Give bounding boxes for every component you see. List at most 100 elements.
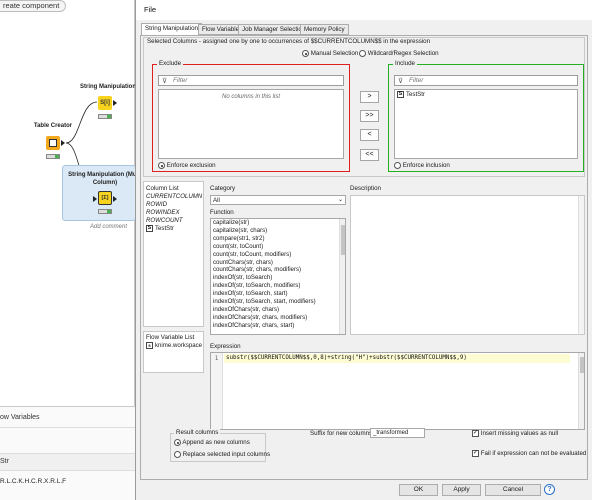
suffix-label: Suffix for new columns [310, 430, 373, 437]
function-item[interactable]: countChars(str, chars, modifiers) [211, 266, 345, 274]
wildcard-selection-option[interactable]: Wildcard/Regex Selection [359, 50, 439, 57]
add-comment-link[interactable]: Add comment [90, 224, 127, 230]
append-columns-radio[interactable] [174, 439, 181, 446]
include-filter-input[interactable]: ⊽ Filter [394, 75, 578, 86]
result-columns-title: Result columns [174, 429, 221, 436]
table-creator-node-icon[interactable] [46, 136, 60, 150]
dialog-menu-file[interactable]: File [144, 5, 156, 14]
fail-if-error-checkbox[interactable]: ✓ [472, 450, 479, 457]
ok-button[interactable]: OK [399, 484, 438, 496]
table-header-row: Str [0, 453, 135, 471]
category-select[interactable]: All ⌄ [210, 195, 346, 205]
function-label: Function [210, 209, 234, 216]
fail-if-error-label: Fail if expression can not be evaluated [480, 450, 587, 458]
input-port-icon[interactable] [93, 196, 97, 202]
column-list-item[interactable]: CURRENTCOLUMN [144, 193, 203, 201]
column-list-panel: Column List CURRENTCOLUMN ROWID ROWINDEX… [143, 181, 204, 327]
description-scrollbar[interactable] [578, 196, 584, 334]
function-item[interactable]: indexOf(str, toSearch, start, modifiers) [211, 298, 345, 306]
output-port-icon[interactable] [113, 196, 117, 202]
include-panel: Include ⊽ Filter S TestStr Enforce inclus… [388, 60, 584, 172]
function-item[interactable]: indexOfChars(str, chars, modifiers) [211, 314, 345, 322]
function-item[interactable]: count(str, toCount, modifiers) [211, 251, 345, 259]
expression-label: Expression [210, 343, 241, 350]
help-icon[interactable]: ? [544, 484, 555, 495]
flow-variable-item[interactable]: s knime.workspace [144, 342, 203, 350]
insert-missing-checkbox[interactable]: ✓ [472, 430, 479, 437]
list-item[interactable]: S TestStr [395, 91, 577, 99]
replace-columns-option[interactable]: Replace selected input columns [174, 451, 270, 458]
move-all-right-button[interactable]: >> [360, 110, 379, 122]
manual-selection-label: Manual Selection [310, 50, 359, 58]
column-list-item[interactable]: ROWCOUNT [144, 217, 203, 225]
node-title-table-creator: Table Creator [33, 123, 73, 129]
wildcard-selection-radio[interactable] [359, 50, 366, 57]
node-status-indicator [98, 209, 112, 214]
enforce-exclusion-radio[interactable] [158, 162, 165, 169]
column-list-item[interactable]: ROWID [144, 201, 203, 209]
function-item[interactable]: indexOfChars(str, chars, start) [211, 322, 345, 330]
cancel-button[interactable]: Cancel [485, 484, 541, 496]
selected-columns-label: Selected Columns - assigned one by one t… [147, 38, 431, 45]
function-item[interactable]: indexOf(str, toSearch, start) [211, 290, 345, 298]
function-item[interactable]: indexOf(str, toSearch) [211, 274, 345, 282]
string-type-icon: S [397, 91, 404, 98]
function-item[interactable]: capitalize(str, chars) [211, 227, 345, 235]
workflow-canvas[interactable]: reate component String Manipulation S[i]… [0, 0, 142, 500]
column-list-item[interactable]: S TestStr [144, 224, 203, 233]
include-list[interactable]: S TestStr [394, 89, 578, 159]
exclude-title: Exclude [157, 60, 184, 67]
enforce-inclusion-option[interactable]: Enforce inclusion [394, 162, 450, 169]
column-list-item[interactable]: ROWINDEX [144, 209, 203, 217]
function-item[interactable]: count(str, toCount) [211, 243, 345, 251]
function-list-scrollbar[interactable] [339, 219, 345, 334]
exclude-empty-text: No columns in this list [221, 94, 281, 100]
move-left-button[interactable]: < [360, 129, 379, 141]
table-cell-value: R.L.C.K.H.C.R.X.R.L.F [0, 478, 67, 485]
divider [0, 427, 135, 428]
column-list-item-label: TestStr [155, 224, 174, 232]
function-item[interactable]: countChars(str, chars) [211, 259, 345, 267]
output-port-icon[interactable] [113, 100, 117, 106]
string-manipulation-multi-node-icon[interactable]: [Σ] [98, 191, 112, 205]
expression-scrollbar[interactable] [578, 353, 584, 429]
include-filter-placeholder: Filter [409, 77, 424, 84]
fail-if-error-option[interactable]: ✓ Fail if expression can not be evaluate… [472, 450, 586, 457]
move-all-left-button[interactable]: << [360, 149, 379, 161]
flow-variables-tab[interactable]: ow Variables [0, 414, 40, 421]
scrollbar-thumb[interactable] [580, 357, 584, 373]
enforce-inclusion-radio[interactable] [394, 162, 401, 169]
function-list[interactable]: capitalize(str) capitalize(str, chars) com… [210, 218, 346, 335]
function-items: capitalize(str) capitalize(str, chars) com… [211, 219, 345, 330]
expression-editor[interactable]: 1 substr($$CURRENTCOLUMN$$,0,8)+string("… [210, 352, 585, 430]
scrollbar-thumb[interactable] [341, 225, 345, 255]
string-manipulation-node-icon[interactable]: S[i] [98, 96, 112, 110]
output-port-icon[interactable] [61, 140, 65, 146]
dialog-title-bar[interactable]: File [136, 0, 592, 20]
tab-job-manager-selection[interactable]: Job Manager Selection [238, 24, 310, 35]
table-column-header: Str [0, 458, 9, 465]
move-right-button[interactable]: > [360, 91, 379, 103]
suffix-input[interactable]: _transformed [370, 428, 425, 438]
function-item[interactable]: capitalize(str) [211, 219, 345, 227]
insert-missing-option[interactable]: ✓ Insert missing values as null [472, 430, 558, 437]
exclude-filter-input[interactable]: ⊽ Filter [158, 75, 344, 86]
replace-columns-radio[interactable] [174, 451, 181, 458]
suffix-value: _transformed [373, 430, 409, 436]
tab-memory-policy[interactable]: Memory Policy [300, 24, 349, 35]
append-columns-label: Append as new columns [182, 439, 250, 447]
manual-selection-radio[interactable] [302, 50, 309, 57]
apply-button[interactable]: Apply [442, 484, 481, 496]
category-label: Category [210, 185, 236, 192]
function-item[interactable]: indexOf(str, toSearch, modifiers) [211, 282, 345, 290]
selected-columns-group: Selected Columns - assigned one by one t… [143, 37, 585, 177]
enforce-exclusion-option[interactable]: Enforce exclusion [158, 162, 216, 169]
node-status-indicator [98, 114, 112, 119]
exclude-list[interactable]: No columns in this list [158, 89, 344, 159]
function-item[interactable]: compare(str1, str2) [211, 235, 345, 243]
append-columns-option[interactable]: Append as new columns [174, 439, 250, 446]
manual-selection-option[interactable]: Manual Selection [302, 50, 358, 57]
expression-text[interactable]: substr($$CURRENTCOLUMN$$,0,8)+string("H"… [224, 354, 570, 363]
function-item[interactable]: indexOfChars(str, chars) [211, 306, 345, 314]
chevron-down-icon[interactable]: ⌄ [338, 196, 343, 203]
